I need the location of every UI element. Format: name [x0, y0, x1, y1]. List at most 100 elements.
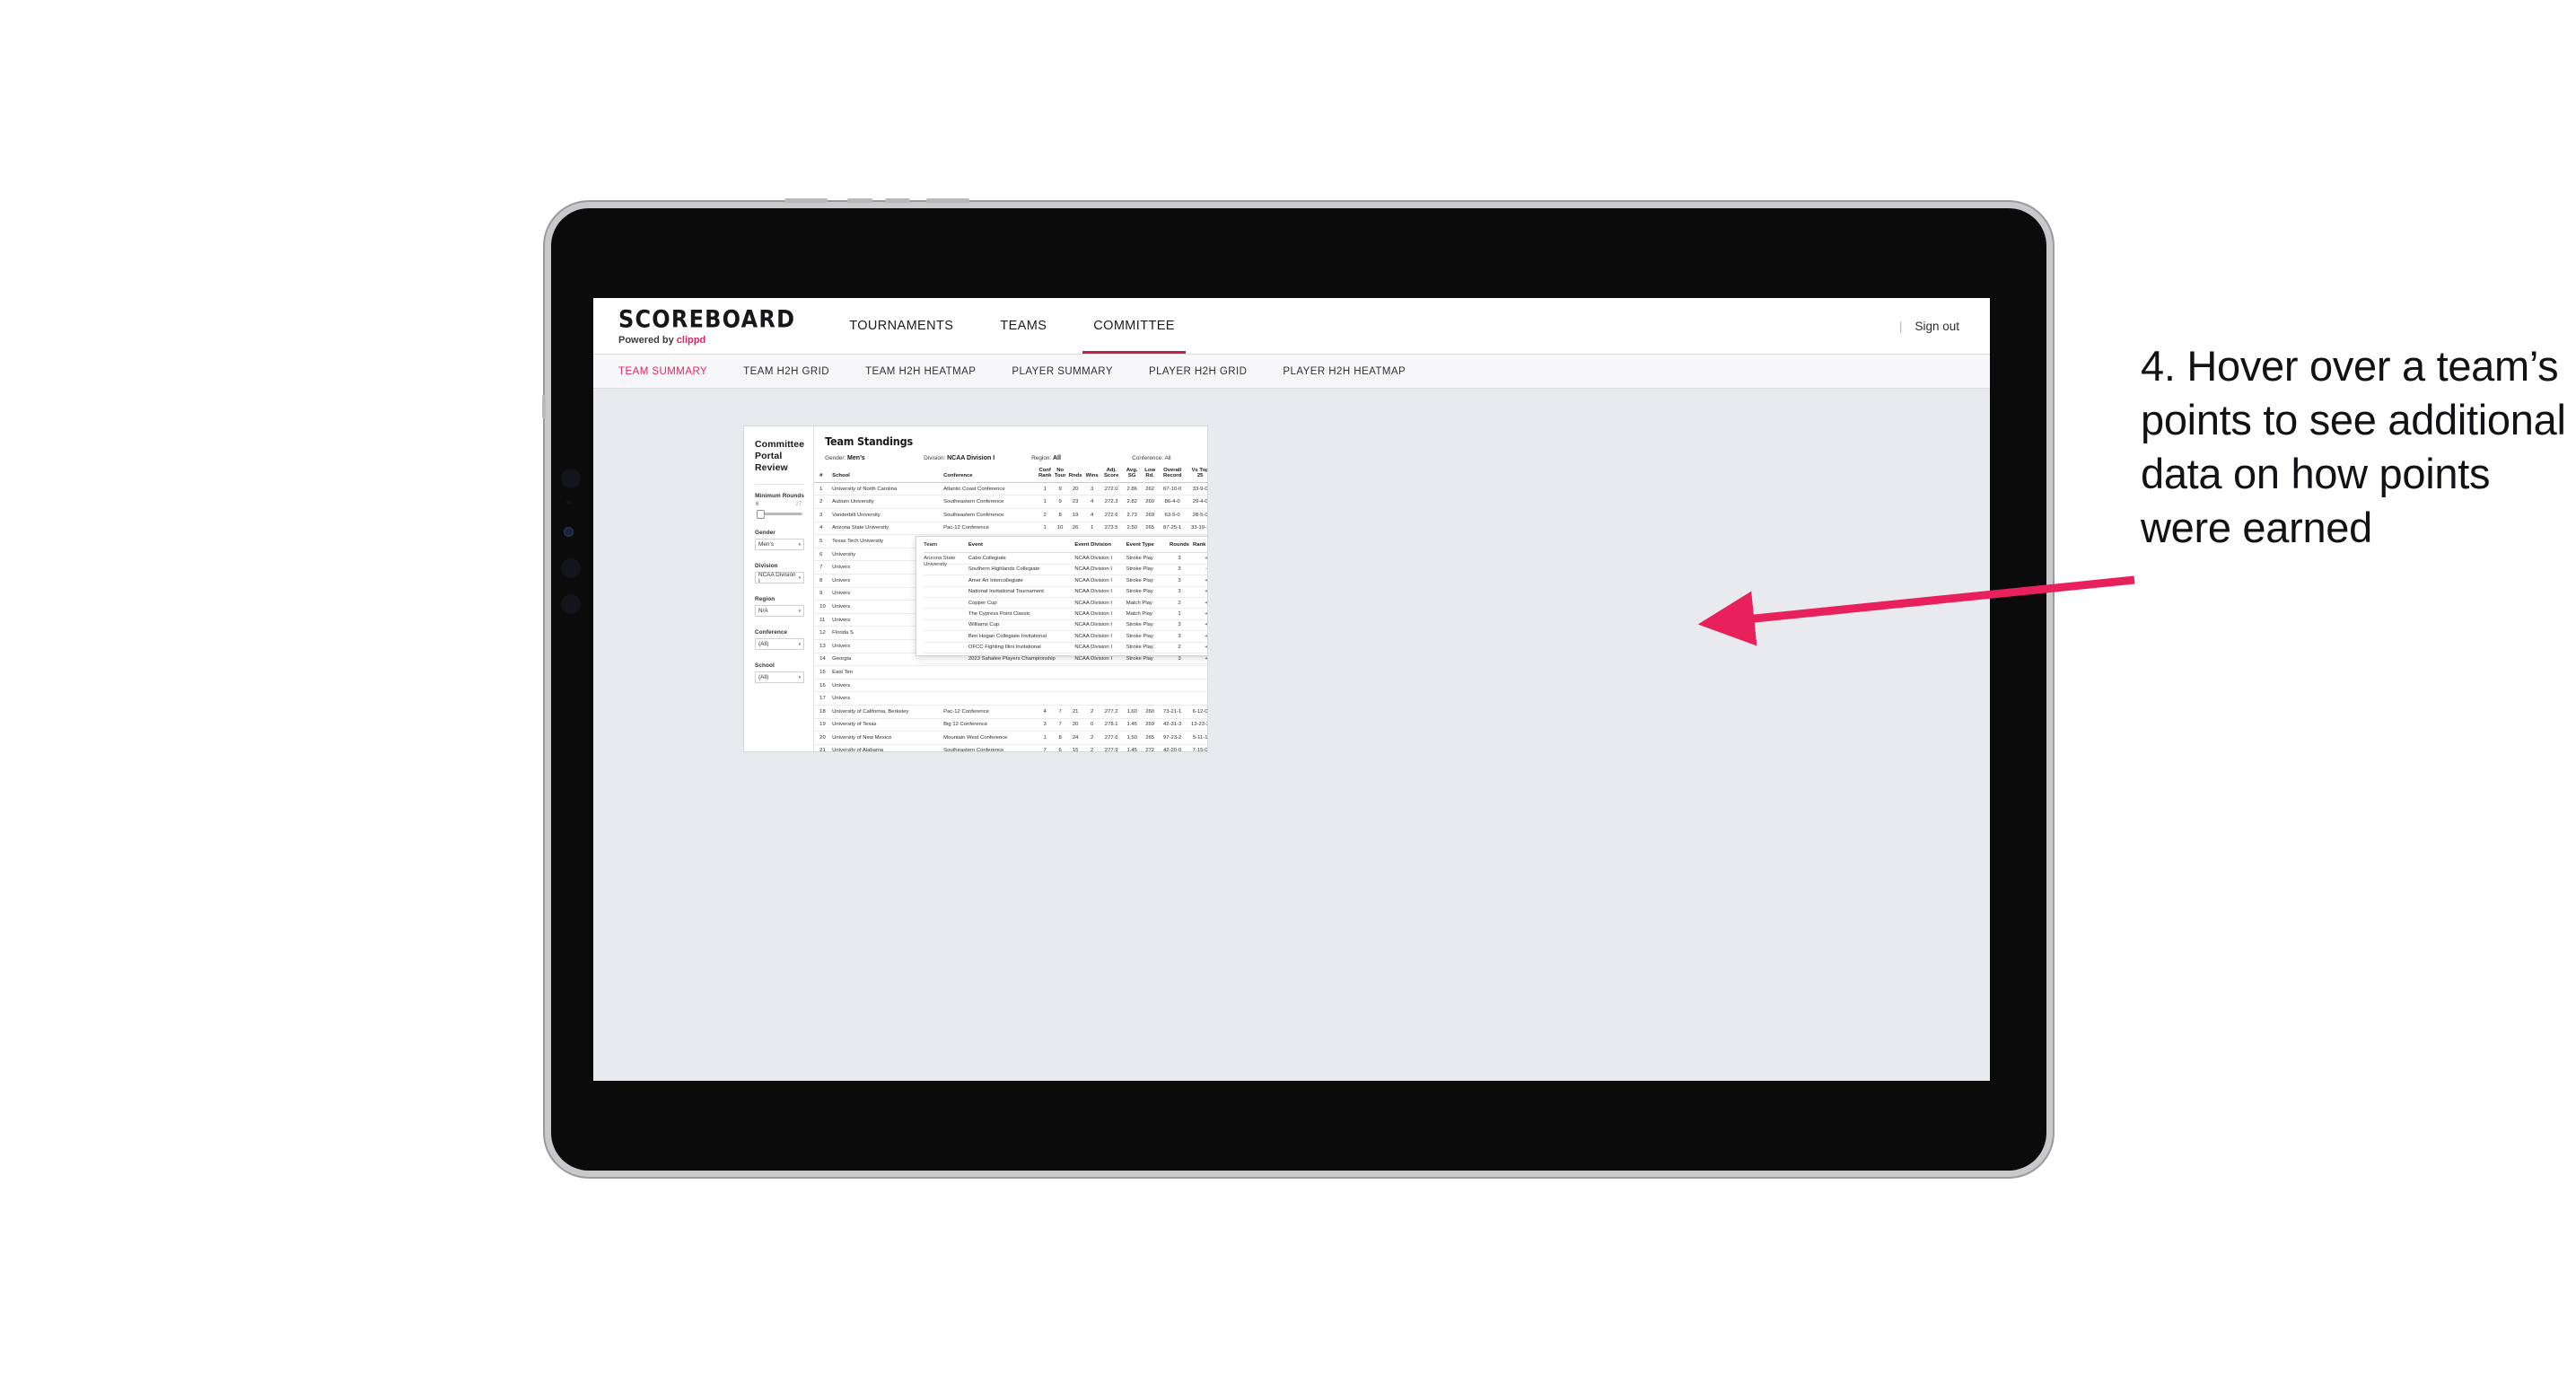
- summary-region-value: All: [1052, 455, 1061, 461]
- conference-select[interactable]: (All) ▾: [755, 638, 805, 650]
- col-rank[interactable]: #: [819, 473, 832, 478]
- sign-out-link[interactable]: Sign out: [1914, 320, 1959, 333]
- nav-committee[interactable]: COMMITTEE: [1070, 298, 1198, 354]
- tooltip-cell-rank: + 0: [1205, 589, 1208, 595]
- min-rounds-slider[interactable]: [755, 509, 804, 519]
- tooltip-cell-rnds: 3: [1178, 566, 1181, 573]
- division-label: Division: [755, 563, 778, 569]
- filter-divider: [755, 484, 805, 485]
- tooltip-cell-event: 2023 Sahalee Players Championship: [968, 655, 1056, 662]
- callout-arrow: [1697, 575, 2135, 646]
- tooltip-row: 2023 Sahalee Players Championship NCAA Di…: [924, 654, 1207, 665]
- brand-logo[interactable]: SCOREBOARD Powered by clippd: [593, 307, 826, 346]
- camera-sensor-2: [566, 500, 571, 504]
- tooltip-cell-rnds: 2: [1178, 645, 1181, 651]
- school-value: (All): [758, 674, 769, 680]
- col-no-tour-l2: Tour: [1054, 473, 1066, 479]
- app-header: SCOREBOARD Powered by clippd TOURNAMENTS…: [593, 298, 1990, 355]
- col-school[interactable]: School: [832, 473, 943, 478]
- tooltip-cell-event: Copper Cup: [968, 600, 997, 606]
- nav-teams[interactable]: TEAMS: [977, 298, 1070, 354]
- col-conf-rank[interactable]: Conf Rank: [1037, 468, 1053, 479]
- cell-cr: 7: [1043, 748, 1047, 752]
- tooltip-cell-ediv: NCAA Division I: [1074, 622, 1112, 628]
- table-row[interactable]: 17 Univers: [814, 692, 1207, 706]
- col-wins[interactable]: Wins: [1083, 473, 1100, 478]
- cell-school: University of North Carolina: [832, 486, 898, 492]
- region-select[interactable]: N/A ▾: [755, 605, 805, 617]
- col-no-tour[interactable]: No Tour: [1053, 468, 1067, 479]
- summary-division-label: Division:: [924, 455, 946, 461]
- tooltip-row: OFCC Fighting Illini Invitational NCAA Di…: [924, 643, 1208, 654]
- col-adj-score[interactable]: Adj. Score: [1100, 468, 1122, 479]
- conference-label: Conference: [755, 629, 788, 636]
- gender-select[interactable]: Men’s ▾: [755, 539, 805, 550]
- nav-tournaments[interactable]: TOURNAMENTS: [826, 298, 977, 354]
- filter-division: Division NCAA Division I ▾: [755, 563, 805, 584]
- col-conference[interactable]: Conference: [943, 473, 1037, 478]
- cell-low: 265: [1145, 734, 1155, 741]
- table-row[interactable]: 19 University of Texas Big 12 Conference 3 7…: [814, 719, 1207, 732]
- cell-n: 13: [819, 643, 826, 649]
- col-low-rd[interactable]: Low Rd.: [1142, 468, 1158, 479]
- col-rnds[interactable]: Rnds: [1067, 473, 1083, 478]
- cell-wins: 2: [1091, 734, 1094, 741]
- cell-n: 15: [819, 669, 826, 675]
- cell-low: 269: [1145, 722, 1155, 728]
- cell-n: 21: [819, 748, 826, 752]
- slider-knob[interactable]: [757, 509, 765, 519]
- table-row[interactable]: 2 Auburn University Southeastern Conferenc…: [814, 496, 1207, 509]
- table-row[interactable]: 3 Vanderbilt University Southeastern Confe…: [814, 509, 1207, 522]
- division-select[interactable]: NCAA Division I ▾: [755, 572, 805, 584]
- col-vs-top-25[interactable]: Vs Top 25: [1187, 468, 1207, 479]
- subnav-player-summary[interactable]: PLAYER SUMMARY: [1012, 366, 1133, 377]
- col-overall-record[interactable]: Overall Record: [1158, 468, 1187, 479]
- subnav-team-summary[interactable]: TEAM SUMMARY: [618, 366, 727, 377]
- summary-gender-label: Gender:: [825, 455, 846, 461]
- cell-cr: 2: [1043, 512, 1047, 518]
- table-row[interactable]: 20 University of New Mexico Mountain West …: [814, 732, 1207, 745]
- tooltip-cell-rank: + 0: [1205, 645, 1208, 651]
- filter-region: Region N/A ▾: [755, 596, 805, 617]
- cell-adj: 273.5: [1104, 525, 1118, 531]
- tooltip-cell-etype: Match Play: [1126, 611, 1152, 618]
- school-select[interactable]: (All) ▾: [755, 671, 805, 683]
- tooltip-row: Ben Hogan Collegiate Invitational NCAA Di…: [924, 631, 1207, 643]
- summary-region-label: Region:: [1031, 455, 1052, 461]
- subnav-player-h2h-heatmap[interactable]: PLAYER H2H HEATMAP: [1283, 366, 1425, 377]
- col-ovr-l2: Record: [1163, 473, 1182, 479]
- table-row[interactable]: 1 University of North Carolina Atlantic Co…: [814, 483, 1207, 496]
- subnav-player-h2h-grid[interactable]: PLAYER H2H GRID: [1149, 366, 1266, 377]
- cell-nt: 9: [1058, 499, 1062, 505]
- cell-school: Vanderbilt University: [832, 512, 881, 518]
- table-row[interactable]: 4 Arizona State University Pac-12 Conferen…: [814, 522, 1207, 536]
- col-avg-sg[interactable]: Avg. SG: [1122, 468, 1142, 479]
- cell-avg: 1.50: [1126, 734, 1137, 741]
- cell-adj: 272.0: [1104, 486, 1118, 492]
- cell-avg: 2.82: [1126, 499, 1137, 505]
- standings-panel: Team Standings Update time: 13/03/2024 1…: [814, 426, 1208, 752]
- table-row[interactable]: 18 University of California, Berkeley Pac-…: [814, 706, 1207, 719]
- table-header-row: # School Conference Conf Rank No Tour Rnds…: [814, 468, 1207, 483]
- cell-adj: 277.2: [1104, 708, 1118, 715]
- bezel-button-top-2: [847, 198, 872, 203]
- tooltip-cell-event: National Invitational Tournament: [968, 589, 1044, 595]
- tooltip-header-row: Team Event Event Division Event Type Rou…: [924, 542, 1207, 554]
- tooltip-cell-ediv: NCAA Division I: [1074, 589, 1112, 595]
- tooltip-cell-etype: Stroke Play: [1126, 589, 1153, 595]
- tooltip-cell-rank: - 1: [1205, 566, 1208, 573]
- table-row[interactable]: 15 East Ten: [814, 666, 1207, 680]
- active-filter-summary: Gender: Men’s Division: NCAA Division I …: [825, 455, 1207, 461]
- cell-conf: Southeastern Conference: [943, 512, 1004, 518]
- cell-adj: 277.6: [1104, 734, 1118, 741]
- cell-n: 2: [819, 499, 823, 505]
- cell-conf: Southeastern Conference: [943, 748, 1004, 752]
- table-row[interactable]: 16 Univers: [814, 680, 1207, 693]
- col-conf-rank-l1: Conf: [1038, 468, 1051, 473]
- chevron-down-icon: ▾: [798, 541, 802, 548]
- table-row[interactable]: 21 University of Alabama Southeastern Conf…: [814, 745, 1207, 752]
- subnav-team-h2h-heatmap[interactable]: TEAM H2H HEATMAP: [865, 366, 995, 377]
- subnav-team-h2h-grid[interactable]: TEAM H2H GRID: [743, 366, 849, 377]
- cell-n: 9: [819, 591, 823, 597]
- camera-sensor-4: [561, 594, 581, 614]
